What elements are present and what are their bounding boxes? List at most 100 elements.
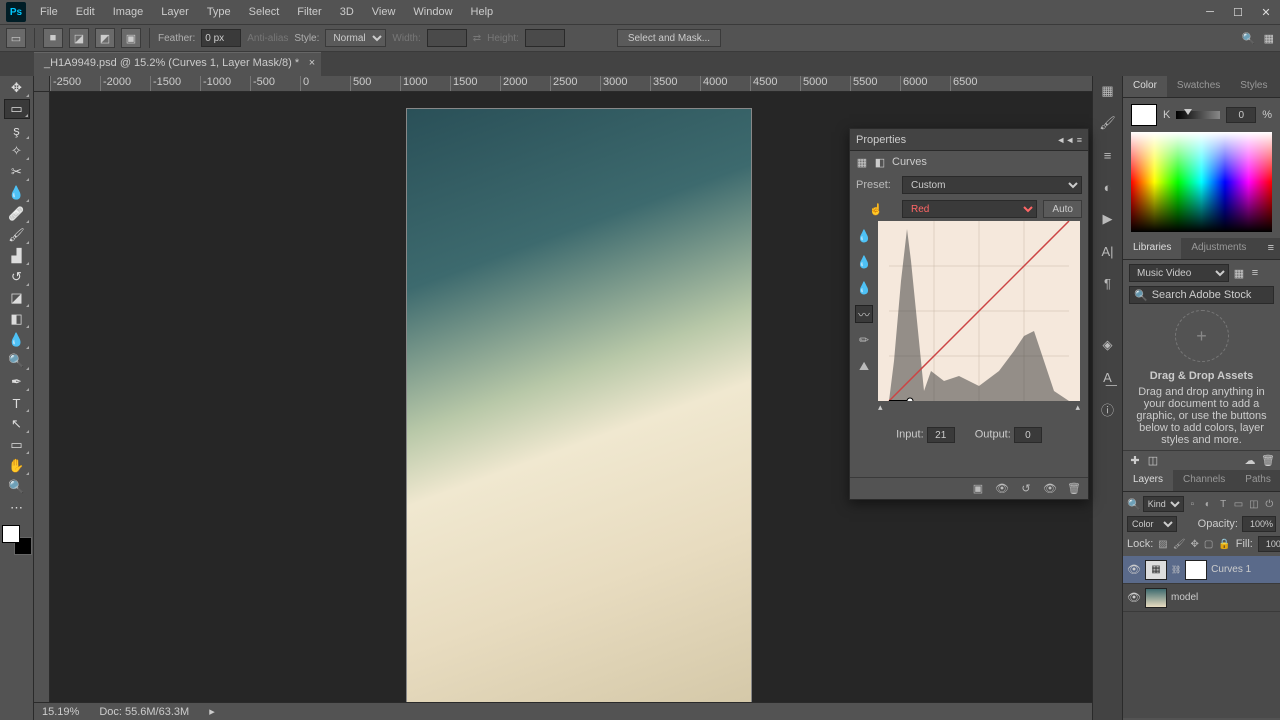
ruler-vertical[interactable] <box>34 92 50 720</box>
tab-styles[interactable]: Styles <box>1230 76 1277 97</box>
k-value[interactable] <box>1226 107 1256 123</box>
history-brush-tool[interactable]: ↺ <box>4 267 30 287</box>
move-tool[interactable]: ✥ <box>4 78 30 98</box>
selection-intersect-icon[interactable]: ▣ <box>121 28 141 48</box>
marquee-tool-icon[interactable]: ▭ <box>6 28 26 48</box>
layer-row[interactable]: 👁 model <box>1123 584 1280 612</box>
library-dropzone[interactable]: + Drag & Drop Assets Drag and drop anyth… <box>1129 310 1274 446</box>
selection-subtract-icon[interactable]: ◩ <box>95 28 115 48</box>
hand-tool[interactable]: ✋ <box>4 456 30 476</box>
lock-transparency-icon[interactable]: ▨ <box>1158 537 1167 552</box>
selection-new-icon[interactable]: ■ <box>43 28 63 48</box>
close-icon[interactable]: × <box>309 57 315 69</box>
menu-3d[interactable]: 3D <box>332 2 362 22</box>
fill-input[interactable] <box>1258 536 1280 552</box>
navigator-icon[interactable]: ◈ <box>1097 334 1119 356</box>
clip-icon[interactable]: ▣ <box>970 481 986 497</box>
input-value[interactable] <box>927 427 955 443</box>
info-icon[interactable]: ⓘ <box>1097 398 1119 420</box>
chevron-right-icon[interactable]: ▸ <box>209 705 215 718</box>
crop-tool[interactable]: ✂ <box>4 162 30 182</box>
edit-toolbar[interactable]: ⋯ <box>4 498 30 518</box>
channel-select[interactable]: Red <box>902 200 1037 218</box>
selection-add-icon[interactable]: ◪ <box>69 28 89 48</box>
document-image[interactable] <box>406 108 752 708</box>
view-previous-icon[interactable]: 👁 <box>994 481 1010 497</box>
select-and-mask-button[interactable]: Select and Mask... <box>617 29 721 47</box>
white-point-slider[interactable]: ▴ <box>1075 402 1080 413</box>
menu-type[interactable]: Type <box>199 2 239 22</box>
auto-button[interactable]: Auto <box>1043 200 1082 218</box>
tab-color[interactable]: Color <box>1123 76 1167 97</box>
color-spectrum[interactable] <box>1131 132 1272 232</box>
trash-icon[interactable]: 🗑 <box>1262 455 1274 467</box>
mask-thumb[interactable] <box>1185 560 1207 580</box>
visibility-icon[interactable]: 👁 <box>1127 591 1141 604</box>
menu-layer[interactable]: Layer <box>153 2 197 22</box>
add-content-icon[interactable]: ✚ <box>1129 455 1141 467</box>
eraser-tool[interactable]: ◪ <box>4 288 30 308</box>
ruler-origin[interactable] <box>34 76 50 92</box>
document-tab[interactable]: _H1A9949.psd @ 15.2% (Curves 1, Layer Ma… <box>34 52 321 76</box>
lasso-tool[interactable]: ş <box>4 120 30 140</box>
eyedropper-tool[interactable]: 💧 <box>4 183 30 203</box>
layer-name[interactable]: Curves 1 <box>1211 564 1251 575</box>
lock-all-icon[interactable]: 🔒 <box>1218 537 1230 552</box>
trash-icon[interactable]: 🗑 <box>1066 481 1082 497</box>
add-graphic-icon[interactable]: ◫ <box>1147 455 1159 467</box>
tab-adjustments[interactable]: Adjustments <box>1181 238 1256 259</box>
output-value[interactable] <box>1014 427 1042 443</box>
menu-image[interactable]: Image <box>105 2 152 22</box>
black-eyedropper-icon[interactable]: 💧 <box>855 279 873 297</box>
lock-position-icon[interactable]: ✥ <box>1190 537 1198 552</box>
filter-toggle-icon[interactable]: ⏻ <box>1263 497 1276 512</box>
blur-tool[interactable]: 💧 <box>4 330 30 350</box>
window-minimize-icon[interactable]: ─ <box>1196 2 1224 22</box>
path-select-tool[interactable]: ↖ <box>4 414 30 434</box>
adjustments-icon[interactable]: ◐ <box>1097 176 1119 198</box>
marquee-tool[interactable]: ▭ <box>4 99 30 119</box>
tab-libraries[interactable]: Libraries <box>1123 238 1181 259</box>
library-search[interactable]: 🔍 Search Adobe Stock <box>1129 286 1274 304</box>
layer-row[interactable]: 👁 ▦ ⛓ Curves 1 <box>1123 556 1280 584</box>
smooth-icon[interactable]: ⛰ <box>855 357 873 375</box>
preset-select[interactable]: Custom <box>902 176 1082 194</box>
white-eyedropper-icon[interactable]: 💧 <box>855 227 873 245</box>
window-maximize-icon[interactable]: ☐ <box>1224 2 1252 22</box>
tab-swatches[interactable]: Swatches <box>1167 76 1230 97</box>
color-swatch-tool[interactable] <box>2 525 32 555</box>
curve-point-icon[interactable]: 〰 <box>855 305 873 323</box>
zoom-level[interactable]: 15.19% <box>42 706 79 718</box>
layer-name[interactable]: model <box>1171 592 1198 603</box>
panel-menu-icon[interactable]: ≡ <box>1262 238 1280 259</box>
history-icon[interactable]: ▦ <box>1097 80 1119 102</box>
window-close-icon[interactable]: ✕ <box>1252 2 1280 22</box>
healing-tool[interactable]: 🩹 <box>4 204 30 224</box>
grid-view-icon[interactable]: ▦ <box>1233 267 1245 279</box>
lock-brush-icon[interactable]: 🖌 <box>1173 537 1186 552</box>
shape-tool[interactable]: ▭ <box>4 435 30 455</box>
properties-panel[interactable]: Properties ◄◄ ≡ ▦ ◧ Curves Preset: Custo… <box>849 128 1089 500</box>
collapse-icon[interactable]: ◄◄ ≡ <box>1056 135 1082 145</box>
blend-mode-select[interactable]: Color <box>1127 516 1177 532</box>
k-slider[interactable] <box>1176 111 1220 119</box>
character-icon[interactable]: A| <box>1097 240 1119 262</box>
dodge-tool[interactable]: 🔍 <box>4 351 30 371</box>
paragraph-icon[interactable]: ¶ <box>1097 272 1119 294</box>
ruler-horizontal[interactable]: -2500-2000-1500-1000-5000500100015002000… <box>50 76 1092 92</box>
menu-select[interactable]: Select <box>241 2 288 22</box>
layer-thumb[interactable] <box>1145 588 1167 608</box>
gray-eyedropper-icon[interactable]: 💧 <box>855 253 873 271</box>
search-icon[interactable]: 🔍 <box>1242 32 1256 45</box>
pen-tool[interactable]: ✒ <box>4 372 30 392</box>
black-point-slider[interactable]: ▴ <box>878 402 883 413</box>
menu-window[interactable]: Window <box>405 2 460 22</box>
filter-smart-icon[interactable]: ◫ <box>1247 497 1260 512</box>
filter-type-icon[interactable]: T <box>1216 497 1229 512</box>
toggle-visibility-icon[interactable]: 👁 <box>1042 481 1058 497</box>
gradient-tool[interactable]: ◧ <box>4 309 30 329</box>
tab-channels[interactable]: Channels <box>1173 470 1235 491</box>
current-color-swatch[interactable] <box>1131 104 1157 126</box>
menu-view[interactable]: View <box>364 2 404 22</box>
filter-kind-select[interactable]: Kind <box>1143 496 1184 512</box>
